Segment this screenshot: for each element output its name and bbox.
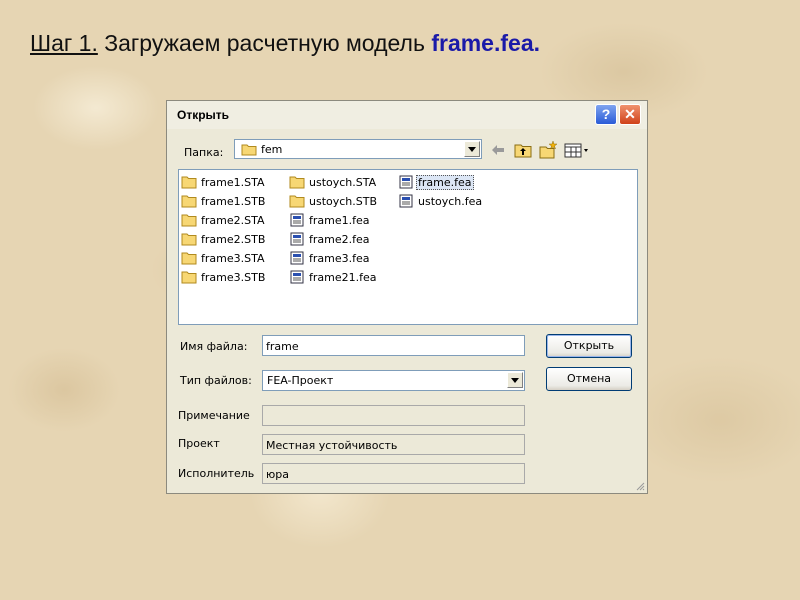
open-button[interactable]: Открыть bbox=[546, 334, 632, 358]
fea-file-icon bbox=[290, 251, 304, 265]
file-item-fea[interactable]: frame1.fea bbox=[289, 211, 372, 229]
title-bar: Открыть ? ✕ bbox=[167, 101, 647, 129]
filename-input[interactable]: frame bbox=[262, 335, 525, 356]
new-folder-icon[interactable] bbox=[538, 140, 558, 160]
folder-icon bbox=[181, 271, 197, 284]
file-item-folder[interactable]: frame1.STA bbox=[181, 173, 267, 191]
folder-combo[interactable]: fem bbox=[234, 139, 482, 159]
close-button[interactable]: ✕ bbox=[619, 104, 641, 125]
file-item-folder[interactable]: frame3.STA bbox=[181, 249, 267, 267]
folder-icon bbox=[289, 195, 305, 208]
file-item-folder[interactable]: ustoych.STA bbox=[289, 173, 378, 191]
up-folder-icon[interactable] bbox=[513, 140, 533, 160]
file-item-fea-selected[interactable]: frame.fea bbox=[398, 173, 474, 191]
folder-icon bbox=[181, 214, 197, 227]
resize-grip-icon[interactable] bbox=[635, 481, 645, 491]
file-item-fea[interactable]: frame2.fea bbox=[289, 230, 372, 248]
fea-file-icon bbox=[399, 194, 413, 208]
filetype-dropdown-button[interactable] bbox=[507, 372, 523, 388]
folder-icon bbox=[289, 176, 305, 189]
author-label: Исполнитель bbox=[178, 467, 255, 480]
slide-heading: Шаг 1. Загружаем расчетную модель frame.… bbox=[30, 30, 540, 57]
cancel-button[interactable]: Отмена bbox=[546, 367, 632, 391]
author-field: юра bbox=[262, 463, 525, 484]
fea-file-icon bbox=[290, 232, 304, 246]
file-item-fea[interactable]: frame3.fea bbox=[289, 249, 372, 267]
fea-file-icon bbox=[290, 270, 304, 284]
file-item-folder[interactable]: frame2.STB bbox=[181, 230, 267, 248]
folder-dropdown-button[interactable] bbox=[464, 141, 480, 157]
folder-icon bbox=[181, 252, 197, 265]
filename-label: Имя файла: bbox=[180, 340, 248, 353]
heading-text: Загружаем расчетную модель bbox=[104, 30, 425, 56]
author-value: юра bbox=[266, 468, 289, 481]
folder-icon bbox=[241, 144, 257, 156]
file-item-folder[interactable]: frame3.STB bbox=[181, 268, 267, 286]
note-field bbox=[262, 405, 525, 426]
filetype-label: Тип файлов: bbox=[180, 374, 252, 387]
note-label: Примечание bbox=[178, 409, 250, 422]
help-button[interactable]: ? bbox=[595, 104, 617, 125]
file-item-folder[interactable]: frame2.STA bbox=[181, 211, 267, 229]
heading-filename: frame.fea bbox=[431, 30, 534, 56]
fea-file-icon bbox=[399, 175, 413, 189]
filetype-value: FEA-Проект bbox=[267, 374, 334, 387]
dialog-title: Открыть bbox=[177, 108, 230, 122]
filetype-combo[interactable]: FEA-Проект bbox=[262, 370, 525, 391]
file-item-fea[interactable]: frame21.fea bbox=[289, 268, 379, 286]
heading-period: . bbox=[533, 30, 540, 56]
folder-icon bbox=[181, 233, 197, 246]
folder-icon bbox=[181, 195, 197, 208]
fea-file-icon bbox=[290, 213, 304, 227]
view-menu-icon[interactable] bbox=[563, 140, 591, 160]
file-item-folder[interactable]: frame1.STB bbox=[181, 192, 267, 210]
open-file-dialog: Открыть ? ✕ Папка: fem frame1.STA frame1… bbox=[166, 100, 648, 494]
folder-label: Папка: bbox=[184, 146, 224, 159]
project-field: Местная устойчивость bbox=[262, 434, 525, 455]
file-list[interactable]: frame1.STA frame1.STB frame2.STA frame2.… bbox=[178, 169, 638, 325]
folder-value: fem bbox=[261, 143, 283, 156]
step-label: Шаг 1. bbox=[30, 30, 98, 56]
project-label: Проект bbox=[178, 437, 220, 450]
filename-value: frame bbox=[266, 340, 299, 353]
file-item-fea[interactable]: ustoych.fea bbox=[398, 192, 484, 210]
folder-icon bbox=[181, 176, 197, 189]
file-item-folder[interactable]: ustoych.STB bbox=[289, 192, 379, 210]
project-value: Местная устойчивость bbox=[266, 439, 398, 452]
back-arrow-icon[interactable] bbox=[488, 140, 508, 160]
